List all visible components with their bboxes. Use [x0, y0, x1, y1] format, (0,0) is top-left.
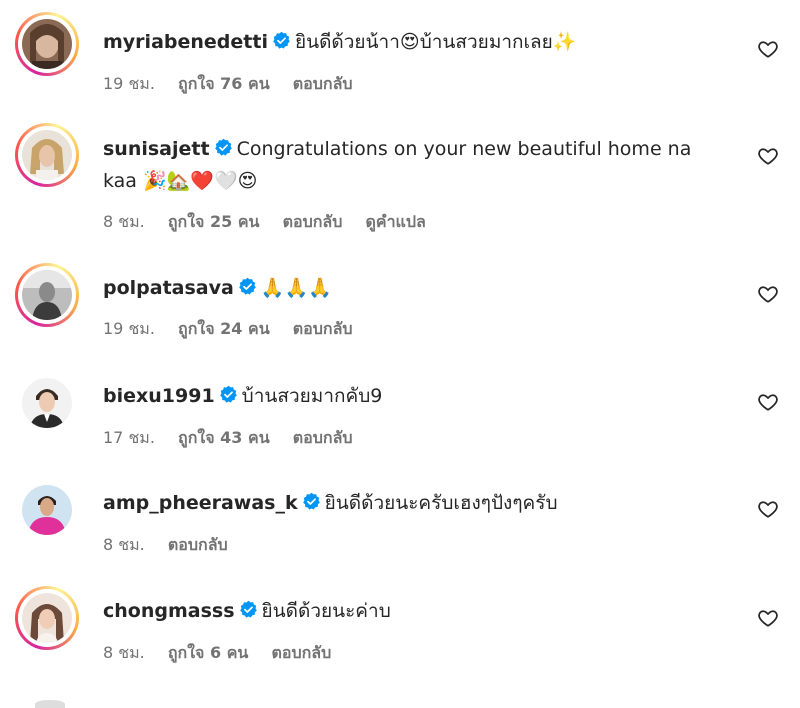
comment-text: ยินดีด้วยน้าา	[294, 31, 400, 53]
heart-outline-icon[interactable]	[757, 38, 779, 60]
comment-text-line2: kaa	[103, 170, 137, 192]
comment-likes[interactable]: ถูกใจ 24 คน	[178, 319, 270, 338]
comment-username[interactable]: polpatasava	[103, 277, 234, 299]
comment-time[interactable]: 19 ชม.	[103, 74, 155, 93]
comment-meta: 8 ชม. ถูกใจ 6 คน ตอบกลับ	[103, 641, 349, 666]
comment-username[interactable]: sunisajett	[103, 138, 210, 160]
comment-username[interactable]: chongmasss	[103, 600, 235, 622]
reply-button[interactable]: ตอบกลับ	[293, 74, 353, 93]
comment-username[interactable]: biexu1991	[103, 385, 215, 407]
verified-badge-icon	[239, 600, 257, 618]
heart-outline-icon[interactable]	[757, 607, 779, 629]
avatar-image	[22, 485, 72, 535]
heart-outline-icon[interactable]	[757, 283, 779, 305]
comment-text: Congratulations on your new beautiful ho…	[236, 138, 692, 160]
comment-likes[interactable]: ถูกใจ 76 คน	[178, 74, 270, 93]
translate-button[interactable]: ดูคำแปล	[365, 212, 425, 231]
reply-button[interactable]: ตอบกลับ	[293, 428, 353, 447]
emoji-sequence: 🎉🏡❤️🤍😍	[143, 170, 258, 192]
avatar[interactable]	[15, 263, 79, 327]
comment-text: บ้านสวยมากคับ9	[241, 385, 383, 407]
emoji-praying-hands: 🙏🙏🙏	[260, 277, 332, 299]
comment-time[interactable]: 8 ชม.	[103, 643, 145, 662]
verified-badge-icon	[214, 138, 232, 156]
comment-time[interactable]: 8 ชม.	[103, 535, 145, 554]
comment-likes[interactable]: ถูกใจ 25 คน	[168, 212, 260, 231]
comment-likes[interactable]: ถูกใจ 43 คน	[178, 428, 270, 447]
comment-body: chongmasss ยินดีด้วยนะค่าบ	[103, 595, 743, 627]
avatar[interactable]	[15, 123, 79, 187]
heart-outline-icon[interactable]	[757, 498, 779, 520]
avatar-image	[22, 19, 72, 69]
comment-likes[interactable]: ถูกใจ 6 คน	[168, 643, 248, 662]
comment-body: biexu1991 บ้านสวยมากคับ9	[103, 380, 743, 412]
comment-meta: 8 ชม. ตอบกลับ	[103, 533, 246, 558]
heart-outline-icon[interactable]	[757, 391, 779, 413]
reply-button[interactable]: ตอบกลับ	[168, 535, 228, 554]
comment-body: polpatasava 🙏🙏🙏	[103, 272, 743, 304]
emoji-sparkles: ✨	[552, 31, 577, 53]
reply-button[interactable]: ตอบกลับ	[283, 212, 343, 231]
avatar-image	[22, 130, 72, 180]
heart-outline-icon[interactable]	[757, 145, 779, 167]
comment-time[interactable]: 8 ชม.	[103, 212, 145, 231]
comment-text: ยินดีด้วยนะครับเฮงๆปังๆครับ	[324, 492, 558, 514]
avatar-image	[22, 593, 72, 643]
comment-meta: 8 ชม. ถูกใจ 25 คน ตอบกลับ ดูคำแปล	[103, 210, 444, 235]
comment-time[interactable]: 19 ชม.	[103, 319, 155, 338]
verified-badge-icon	[239, 277, 256, 295]
comment-username[interactable]: myriabenedetti	[103, 31, 268, 53]
comment-time[interactable]: 17 ชม.	[103, 428, 155, 447]
comment-username[interactable]: amp_pheerawas_k	[103, 492, 298, 514]
comment-text-continued: บ้านสวยมากเลย	[419, 31, 553, 53]
comment-text: ยินดีด้วยนะค่าบ	[261, 600, 391, 622]
avatar[interactable]	[15, 478, 79, 542]
reply-button[interactable]: ตอบกลับ	[293, 319, 353, 338]
avatar[interactable]	[15, 586, 79, 650]
comment-body: sunisajett Congratulations on your new be…	[103, 133, 743, 197]
avatar-image	[22, 378, 72, 428]
comment-meta: 17 ชม. ถูกใจ 43 คน ตอบกลับ	[103, 426, 371, 451]
next-avatar-edge	[35, 700, 65, 708]
verified-badge-icon	[273, 31, 290, 49]
avatar[interactable]	[15, 12, 79, 76]
emoji-heart-eyes: 😍	[399, 31, 420, 53]
reply-button[interactable]: ตอบกลับ	[271, 643, 331, 662]
comment-meta: 19 ชม. ถูกใจ 24 คน ตอบกลับ	[103, 317, 371, 342]
verified-badge-icon	[302, 492, 320, 510]
avatar[interactable]	[15, 371, 79, 435]
avatar-image	[22, 270, 72, 320]
verified-badge-icon	[219, 385, 237, 403]
comment-body: myriabenedetti ยินดีด้วยน้าา😍บ้านสวยมากเล…	[103, 26, 743, 58]
comment-body: amp_pheerawas_k ยินดีด้วยนะครับเฮงๆปังๆคร…	[103, 487, 743, 519]
comment-meta: 19 ชม. ถูกใจ 76 คน ตอบกลับ	[103, 72, 371, 97]
